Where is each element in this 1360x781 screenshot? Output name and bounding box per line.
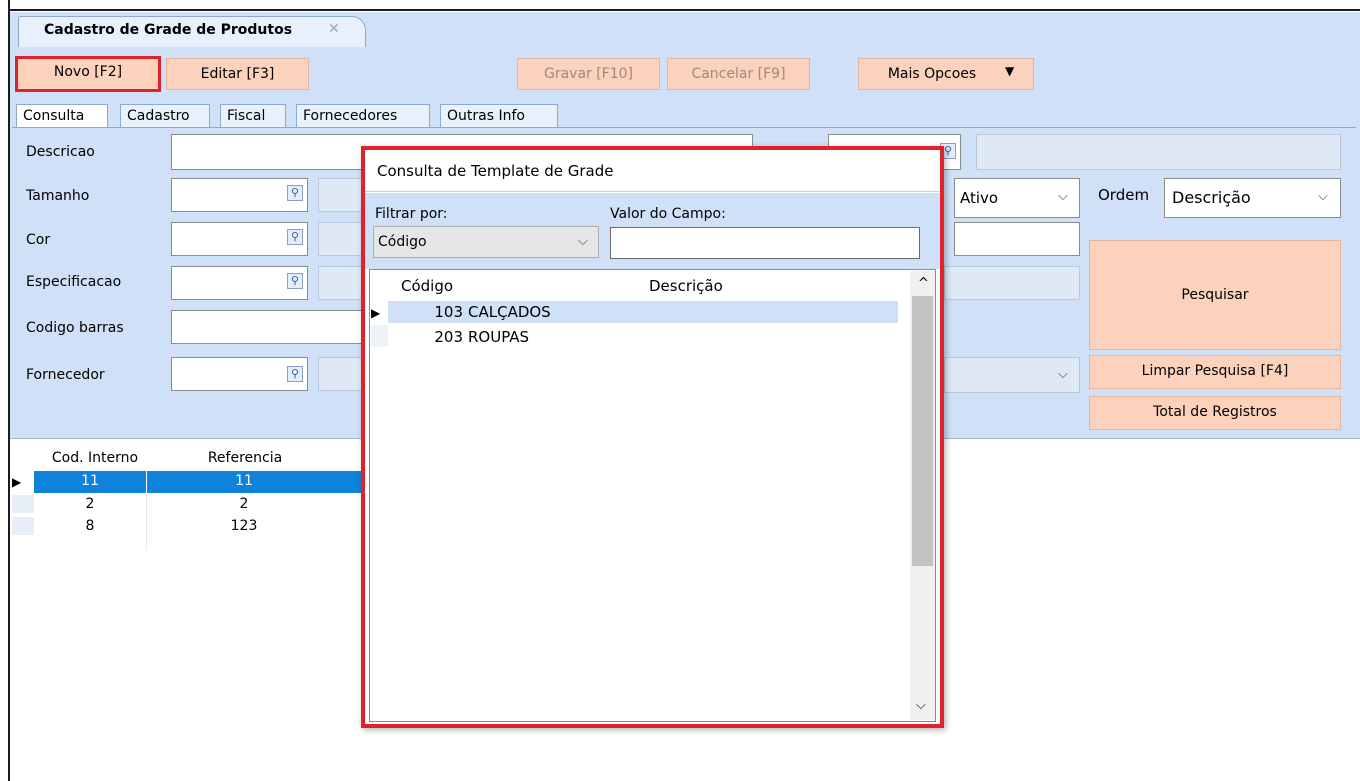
- column-header-cod-interno[interactable]: Cod. Interno: [40, 450, 150, 466]
- window-left-border: [0, 0, 10, 781]
- tab-consulta[interactable]: Consulta: [16, 104, 108, 128]
- row-indicator-icon: ▶: [12, 475, 22, 489]
- row-indicator-icon: ▶: [371, 306, 381, 320]
- cell-ref: 2: [148, 496, 368, 512]
- cell-ref: 11: [148, 473, 368, 489]
- ordem-label: Ordem: [1098, 186, 1150, 204]
- dropdown-arrow-icon: ▼: [1005, 64, 1015, 78]
- chevron-down-icon: ⌵: [1058, 367, 1068, 382]
- cor-desc-field: [318, 222, 363, 256]
- tab-outras-info[interactable]: Outras Info: [440, 104, 558, 128]
- table-row[interactable]: [388, 325, 898, 347]
- codigo-barras-label: Codigo barras: [26, 320, 124, 336]
- window-top-border: [8, 0, 1360, 11]
- column-header-codigo[interactable]: Código: [401, 277, 453, 295]
- tab-divider: [12, 127, 1356, 128]
- search-icon[interactable]: ⚲: [287, 229, 303, 245]
- dialog-title: Consulta de Template de Grade: [377, 162, 614, 180]
- cell-ref-value: 2: [239, 496, 249, 512]
- tab-cadastro[interactable]: Cadastro: [120, 104, 210, 128]
- cell-cod: 11: [81, 473, 99, 489]
- search-icon[interactable]: ⚲: [287, 273, 303, 289]
- row-header: [12, 495, 34, 513]
- cell-descricao: CALÇADOS: [468, 303, 551, 321]
- cancelar-button[interactable]: Cancelar [F9]: [667, 58, 810, 90]
- valor-campo-label: Valor do Campo:: [610, 206, 726, 222]
- especificacao-label: Especificacao: [26, 274, 122, 290]
- cell-ref: 123: [148, 518, 368, 534]
- search-icon[interactable]: ⚲: [287, 185, 303, 201]
- grupo-desc-field: [976, 134, 1341, 170]
- filtrar-por-value: Código: [378, 234, 427, 250]
- valor-campo-input[interactable]: [610, 227, 920, 259]
- fornecedor-desc-field: [318, 357, 363, 391]
- row-header: [371, 325, 388, 347]
- extra-input[interactable]: [954, 222, 1080, 256]
- especificacao-desc-field: [318, 266, 363, 300]
- row-divider: [146, 471, 147, 493]
- scroll-down-icon[interactable]: ⌵: [916, 698, 926, 713]
- chevron-down-icon: ⌵: [1058, 189, 1068, 204]
- column-header-referencia-label: Referencia: [207, 450, 283, 466]
- tab-fiscal[interactable]: Fiscal: [220, 104, 286, 128]
- cell-ref-value: 123: [230, 518, 258, 534]
- editar-button[interactable]: Editar [F3]: [166, 58, 309, 90]
- column-header-descricao[interactable]: Descrição: [649, 277, 723, 295]
- cell-codigo: 203: [434, 328, 463, 346]
- descricao-label: Descricao: [26, 144, 95, 160]
- cor-label: Cor: [26, 232, 51, 248]
- gravar-button[interactable]: Gravar [F10]: [517, 58, 660, 90]
- fornecedor-label: Fornecedor: [26, 367, 105, 383]
- tab-fornecedores[interactable]: Fornecedores: [296, 104, 430, 128]
- extra-disabled-field: [944, 266, 1080, 300]
- close-icon[interactable]: ✕: [328, 21, 340, 37]
- ordem-select-value: Descrição: [1172, 188, 1251, 207]
- chevron-down-icon: ⌵: [1318, 189, 1328, 204]
- filtrar-por-label: Filtrar por:: [375, 206, 448, 222]
- status-select-value: Ativo: [960, 189, 999, 207]
- tamanho-label: Tamanho: [26, 188, 90, 204]
- cell-codigo: 103: [434, 303, 463, 321]
- novo-button[interactable]: Novo [F2]: [15, 56, 161, 92]
- column-divider: [146, 494, 147, 550]
- chevron-down-icon: ⌵: [578, 234, 588, 249]
- document-tab-title: Cadastro de Grade de Produtos: [44, 22, 293, 38]
- cell-cod: 2: [85, 496, 95, 512]
- codigo-barras-input[interactable]: [171, 310, 363, 344]
- search-icon[interactable]: ⚲: [287, 366, 303, 382]
- pesquisar-button[interactable]: Pesquisar: [1089, 240, 1341, 350]
- row-header: [12, 517, 34, 535]
- tamanho-desc-field: [318, 178, 363, 212]
- scroll-up-icon[interactable]: ^: [918, 276, 929, 291]
- cell-cod: 8: [85, 518, 95, 534]
- table-row[interactable]: [388, 301, 898, 323]
- cell-ref-value: 11: [235, 473, 253, 489]
- limpar-pesquisa-button[interactable]: Limpar Pesquisa [F4]: [1089, 355, 1341, 389]
- cell-descricao: ROUPAS: [468, 328, 530, 346]
- total-registros-button[interactable]: Total de Registros: [1089, 396, 1341, 430]
- scrollbar-thumb[interactable]: [912, 296, 933, 566]
